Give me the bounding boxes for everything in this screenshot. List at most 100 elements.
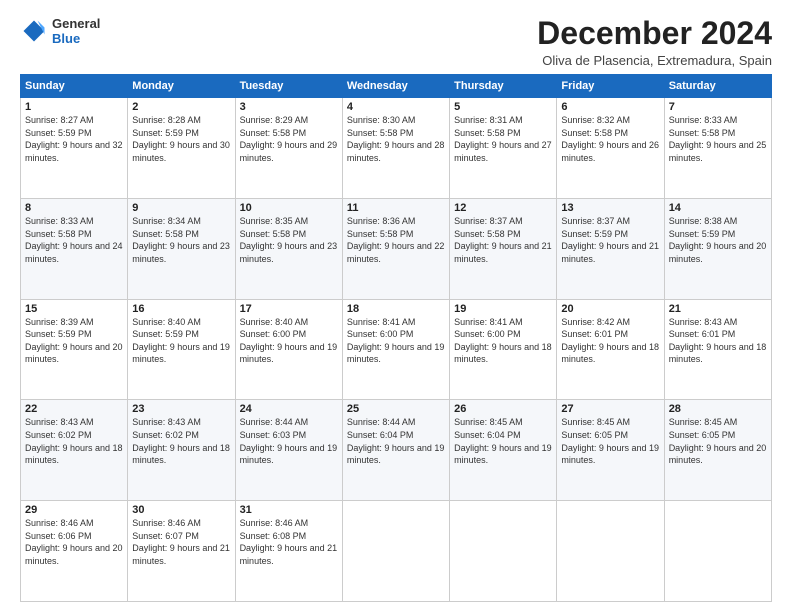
calendar-cell: 16 Sunrise: 8:40 AM Sunset: 5:59 PM Dayl… [128,299,235,400]
calendar-cell: 1 Sunrise: 8:27 AM Sunset: 5:59 PM Dayli… [21,98,128,199]
calendar-cell: 8 Sunrise: 8:33 AM Sunset: 5:58 PM Dayli… [21,198,128,299]
day-number: 5 [454,101,552,113]
calendar-cell: 28 Sunrise: 8:45 AM Sunset: 6:05 PM Dayl… [664,400,771,501]
day-number: 1 [25,101,123,113]
calendar-cell: 24 Sunrise: 8:44 AM Sunset: 6:03 PM Dayl… [235,400,342,501]
day-number: 23 [132,403,230,415]
day-info: Sunrise: 8:35 AM Sunset: 5:58 PM Dayligh… [240,215,338,265]
page: General Blue December 2024 Oliva de Plas… [0,0,792,612]
day-number: 4 [347,101,445,113]
calendar-header-wednesday: Wednesday [342,75,449,98]
day-info: Sunrise: 8:41 AM Sunset: 6:00 PM Dayligh… [347,316,445,366]
calendar-cell [557,501,664,602]
day-number: 9 [132,202,230,214]
day-number: 19 [454,303,552,315]
day-number: 11 [347,202,445,214]
calendar-cell: 13 Sunrise: 8:37 AM Sunset: 5:59 PM Dayl… [557,198,664,299]
day-info: Sunrise: 8:43 AM Sunset: 6:01 PM Dayligh… [669,316,767,366]
calendar-header-thursday: Thursday [450,75,557,98]
calendar-cell: 25 Sunrise: 8:44 AM Sunset: 6:04 PM Dayl… [342,400,449,501]
calendar-cell: 4 Sunrise: 8:30 AM Sunset: 5:58 PM Dayli… [342,98,449,199]
calendar-cell: 7 Sunrise: 8:33 AM Sunset: 5:58 PM Dayli… [664,98,771,199]
day-info: Sunrise: 8:46 AM Sunset: 6:06 PM Dayligh… [25,517,123,567]
calendar-header-monday: Monday [128,75,235,98]
day-number: 20 [561,303,659,315]
logo-icon [20,17,48,45]
day-info: Sunrise: 8:33 AM Sunset: 5:58 PM Dayligh… [25,215,123,265]
day-number: 8 [25,202,123,214]
calendar-cell: 22 Sunrise: 8:43 AM Sunset: 6:02 PM Dayl… [21,400,128,501]
calendar-cell: 29 Sunrise: 8:46 AM Sunset: 6:06 PM Dayl… [21,501,128,602]
calendar-week-1: 1 Sunrise: 8:27 AM Sunset: 5:59 PM Dayli… [21,98,772,199]
day-info: Sunrise: 8:42 AM Sunset: 6:01 PM Dayligh… [561,316,659,366]
calendar-cell: 14 Sunrise: 8:38 AM Sunset: 5:59 PM Dayl… [664,198,771,299]
calendar-week-5: 29 Sunrise: 8:46 AM Sunset: 6:06 PM Dayl… [21,501,772,602]
header: General Blue December 2024 Oliva de Plas… [20,16,772,68]
day-number: 29 [25,504,123,516]
day-info: Sunrise: 8:38 AM Sunset: 5:59 PM Dayligh… [669,215,767,265]
day-number: 2 [132,101,230,113]
day-info: Sunrise: 8:36 AM Sunset: 5:58 PM Dayligh… [347,215,445,265]
day-number: 30 [132,504,230,516]
day-number: 14 [669,202,767,214]
calendar-cell: 2 Sunrise: 8:28 AM Sunset: 5:59 PM Dayli… [128,98,235,199]
logo-text: General Blue [52,16,100,46]
day-info: Sunrise: 8:41 AM Sunset: 6:00 PM Dayligh… [454,316,552,366]
logo: General Blue [20,16,100,46]
day-number: 28 [669,403,767,415]
calendar-week-2: 8 Sunrise: 8:33 AM Sunset: 5:58 PM Dayli… [21,198,772,299]
day-info: Sunrise: 8:37 AM Sunset: 5:59 PM Dayligh… [561,215,659,265]
calendar-cell: 5 Sunrise: 8:31 AM Sunset: 5:58 PM Dayli… [450,98,557,199]
calendar-cell: 6 Sunrise: 8:32 AM Sunset: 5:58 PM Dayli… [557,98,664,199]
day-number: 21 [669,303,767,315]
day-number: 6 [561,101,659,113]
calendar-week-4: 22 Sunrise: 8:43 AM Sunset: 6:02 PM Dayl… [21,400,772,501]
calendar-header-saturday: Saturday [664,75,771,98]
day-number: 25 [347,403,445,415]
calendar-cell: 26 Sunrise: 8:45 AM Sunset: 6:04 PM Dayl… [450,400,557,501]
day-info: Sunrise: 8:44 AM Sunset: 6:03 PM Dayligh… [240,416,338,466]
calendar-table: SundayMondayTuesdayWednesdayThursdayFrid… [20,74,772,602]
day-number: 24 [240,403,338,415]
calendar-cell: 17 Sunrise: 8:40 AM Sunset: 6:00 PM Dayl… [235,299,342,400]
day-info: Sunrise: 8:33 AM Sunset: 5:58 PM Dayligh… [669,114,767,164]
day-info: Sunrise: 8:40 AM Sunset: 6:00 PM Dayligh… [240,316,338,366]
calendar-cell: 10 Sunrise: 8:35 AM Sunset: 5:58 PM Dayl… [235,198,342,299]
calendar-header-friday: Friday [557,75,664,98]
calendar-cell: 12 Sunrise: 8:37 AM Sunset: 5:58 PM Dayl… [450,198,557,299]
day-number: 3 [240,101,338,113]
calendar-cell: 19 Sunrise: 8:41 AM Sunset: 6:00 PM Dayl… [450,299,557,400]
day-info: Sunrise: 8:29 AM Sunset: 5:58 PM Dayligh… [240,114,338,164]
day-number: 31 [240,504,338,516]
day-number: 18 [347,303,445,315]
calendar-cell: 21 Sunrise: 8:43 AM Sunset: 6:01 PM Dayl… [664,299,771,400]
day-number: 13 [561,202,659,214]
day-info: Sunrise: 8:43 AM Sunset: 6:02 PM Dayligh… [132,416,230,466]
main-title: December 2024 [537,16,772,51]
calendar-cell [450,501,557,602]
day-info: Sunrise: 8:44 AM Sunset: 6:04 PM Dayligh… [347,416,445,466]
day-number: 16 [132,303,230,315]
calendar-header-tuesday: Tuesday [235,75,342,98]
calendar-week-3: 15 Sunrise: 8:39 AM Sunset: 5:59 PM Dayl… [21,299,772,400]
day-info: Sunrise: 8:34 AM Sunset: 5:58 PM Dayligh… [132,215,230,265]
calendar-cell: 31 Sunrise: 8:46 AM Sunset: 6:08 PM Dayl… [235,501,342,602]
day-number: 22 [25,403,123,415]
day-info: Sunrise: 8:46 AM Sunset: 6:08 PM Dayligh… [240,517,338,567]
title-block: December 2024 Oliva de Plasencia, Extrem… [537,16,772,68]
day-number: 15 [25,303,123,315]
day-number: 10 [240,202,338,214]
day-info: Sunrise: 8:45 AM Sunset: 6:05 PM Dayligh… [669,416,767,466]
calendar-cell: 27 Sunrise: 8:45 AM Sunset: 6:05 PM Dayl… [557,400,664,501]
day-number: 17 [240,303,338,315]
day-info: Sunrise: 8:31 AM Sunset: 5:58 PM Dayligh… [454,114,552,164]
calendar-cell: 23 Sunrise: 8:43 AM Sunset: 6:02 PM Dayl… [128,400,235,501]
day-number: 12 [454,202,552,214]
subtitle: Oliva de Plasencia, Extremadura, Spain [537,53,772,68]
calendar-header-sunday: Sunday [21,75,128,98]
calendar-cell: 18 Sunrise: 8:41 AM Sunset: 6:00 PM Dayl… [342,299,449,400]
day-info: Sunrise: 8:45 AM Sunset: 6:05 PM Dayligh… [561,416,659,466]
calendar-header-row: SundayMondayTuesdayWednesdayThursdayFrid… [21,75,772,98]
day-info: Sunrise: 8:39 AM Sunset: 5:59 PM Dayligh… [25,316,123,366]
calendar-cell: 11 Sunrise: 8:36 AM Sunset: 5:58 PM Dayl… [342,198,449,299]
